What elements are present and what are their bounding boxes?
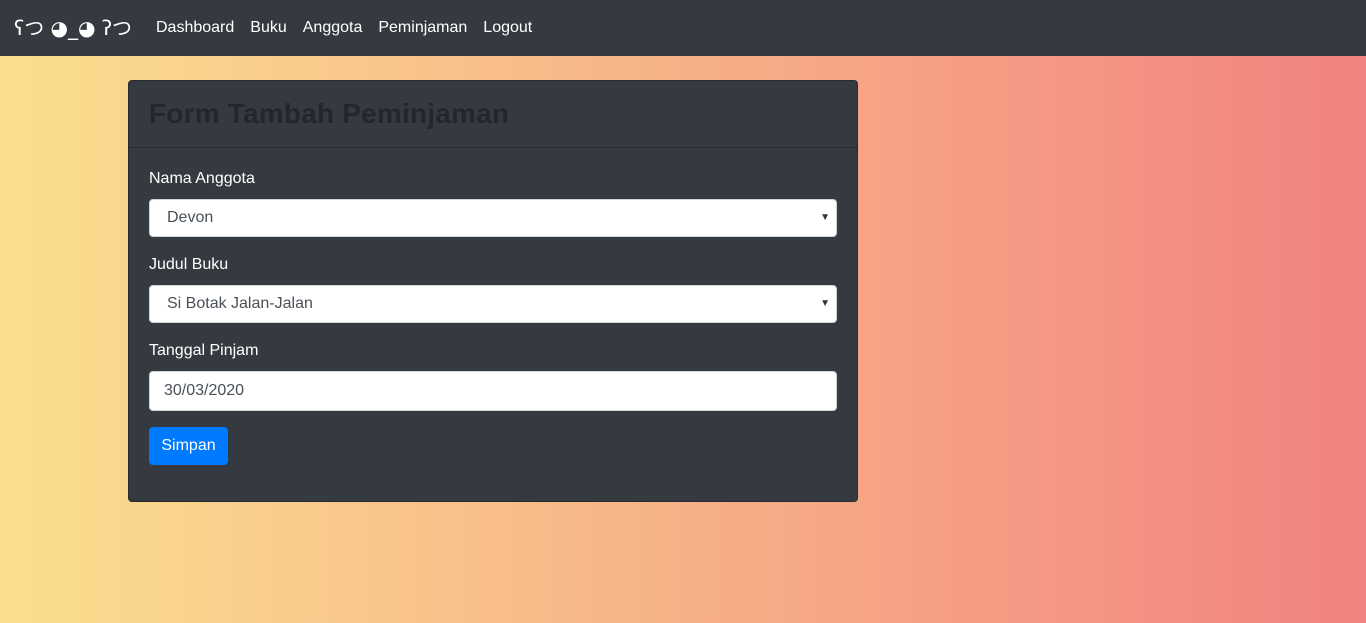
date-input[interactable]: 30/03/2020: [149, 371, 837, 411]
nav-link-buku[interactable]: Buku: [242, 0, 294, 56]
nav-menu: Dashboard Buku Anggota Peminjaman Logout: [148, 0, 540, 56]
book-select-value: Si Botak Jalan-Jalan: [167, 295, 313, 312]
card-header: Form Tambah Peminjaman: [129, 81, 857, 148]
date-input-value: 30/03/2020: [164, 382, 245, 399]
member-label: Nama Anggota: [149, 170, 255, 187]
member-select[interactable]: Devon ▼: [149, 199, 837, 237]
save-button[interactable]: Simpan: [149, 427, 228, 465]
member-select-value: Devon: [167, 209, 214, 226]
brand-logo[interactable]: ʕつ ◕_◕ ʔつ: [14, 14, 132, 42]
top-navbar: ʕつ ◕_◕ ʔつ Dashboard Buku Anggota Peminja…: [0, 0, 1366, 56]
nav-link-logout[interactable]: Logout: [475, 0, 540, 56]
nav-link-dashboard[interactable]: Dashboard: [148, 0, 242, 56]
date-label: Tanggal Pinjam: [149, 342, 259, 359]
book-label: Judul Buku: [149, 256, 229, 273]
nav-link-anggota[interactable]: Anggota: [295, 0, 371, 56]
book-select[interactable]: Si Botak Jalan-Jalan ▼: [149, 285, 837, 323]
nav-link-peminjaman[interactable]: Peminjaman: [370, 0, 475, 56]
form-title: Form Tambah Peminjaman: [149, 98, 510, 129]
caret-down-icon: ▼: [820, 298, 830, 309]
loan-form-card: Form Tambah Peminjaman Nama Anggota Devo…: [128, 80, 858, 502]
caret-down-icon: ▼: [820, 212, 830, 223]
